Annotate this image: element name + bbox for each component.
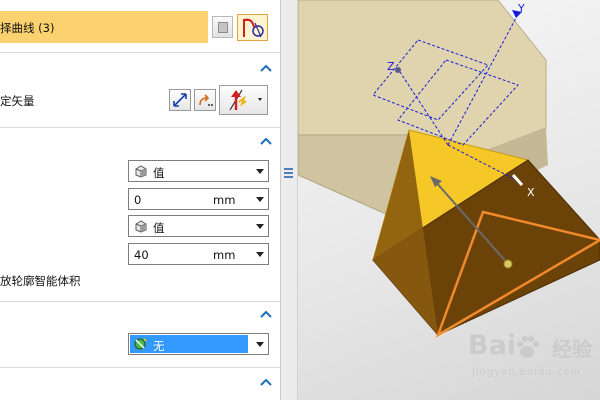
collapse-direction-icon[interactable] <box>260 64 272 72</box>
value-icon <box>135 220 147 233</box>
paw-logo-icon <box>517 336 539 358</box>
end-distance-field[interactable]: 40 mm <box>128 243 269 265</box>
boolean-none-icon <box>134 338 147 350</box>
z-axis-label: Z <box>387 60 395 73</box>
graphics-viewport[interactable]: Y Z X Bai 经验 jingyan.baidu.com <box>298 0 600 400</box>
sketch-section-button[interactable] <box>212 16 233 38</box>
chevron-down-icon[interactable] <box>256 342 264 347</box>
vector-origin-handle-icon[interactable] <box>503 259 513 269</box>
chevron-down-icon[interactable] <box>256 197 264 202</box>
boolean-value: 无 <box>153 339 165 353</box>
inferred-vector-dropdown[interactable] <box>219 85 268 115</box>
chevron-down-icon[interactable] <box>256 252 264 257</box>
value-icon <box>135 165 147 178</box>
inferred-vector-icon <box>229 89 262 111</box>
start-distance-value[interactable]: 0 <box>134 193 141 207</box>
box-solid-top[interactable] <box>298 0 547 151</box>
section-divider <box>0 367 280 368</box>
end-distance-unit: mm <box>213 248 236 262</box>
chevron-down-icon[interactable] <box>256 169 264 174</box>
start-type-select[interactable]: 值 <box>128 160 269 182</box>
watermark-brand: Bai <box>468 330 517 361</box>
section-divider <box>0 301 280 302</box>
specify-vector-label: 定矢量 <box>0 94 35 108</box>
section-divider <box>0 127 280 128</box>
boolean-selected-highlight: 无 <box>130 335 248 353</box>
watermark-url: jingyan.baidu.com <box>472 367 582 378</box>
select-curve-row[interactable]: 择曲线 (3) <box>0 10 280 44</box>
vector-dialog-button[interactable] <box>194 89 216 111</box>
z-axis-handle-icon[interactable] <box>395 67 401 73</box>
splitter-grip-icon[interactable] <box>284 168 293 179</box>
start-distance-unit: mm <box>213 193 236 207</box>
curve-select-icon <box>243 18 264 38</box>
panel-splitter[interactable] <box>281 0 298 400</box>
vector-constructor-icon <box>199 94 213 106</box>
smart-volume-label[interactable]: 放轮廓智能体积 <box>0 273 81 289</box>
collapse-boolean-icon[interactable] <box>260 310 272 318</box>
select-curve-label[interactable]: 择曲线 (3) <box>0 11 208 43</box>
reverse-direction-icon <box>173 93 187 107</box>
y-axis-label: Y <box>517 2 525 15</box>
collapse-limits-icon[interactable] <box>260 137 272 145</box>
end-type-select[interactable]: 值 <box>128 215 269 237</box>
section-divider <box>0 52 280 53</box>
collapse-draft-icon[interactable] <box>260 378 272 386</box>
start-distance-field[interactable]: 0 mm <box>128 188 269 210</box>
sketch-icon <box>218 22 228 33</box>
end-type-value: 值 <box>153 221 165 235</box>
start-type-value: 值 <box>153 166 165 180</box>
extrude-dialog-panel: 择曲线 (3) 定矢量 值 0 mm 值 40 mm 放轮廓智能体积 无 <box>0 0 281 400</box>
baidu-watermark: Bai 经验 jingyan.baidu.com <box>468 330 598 388</box>
watermark-cn: 经验 <box>552 337 592 361</box>
curve-rule-button[interactable] <box>237 14 268 41</box>
reverse-direction-button[interactable] <box>169 89 191 111</box>
end-distance-value[interactable]: 40 <box>134 248 149 262</box>
chevron-down-icon[interactable] <box>256 224 264 229</box>
x-axis-label: X <box>527 186 535 199</box>
boolean-select[interactable]: 无 <box>128 333 269 355</box>
